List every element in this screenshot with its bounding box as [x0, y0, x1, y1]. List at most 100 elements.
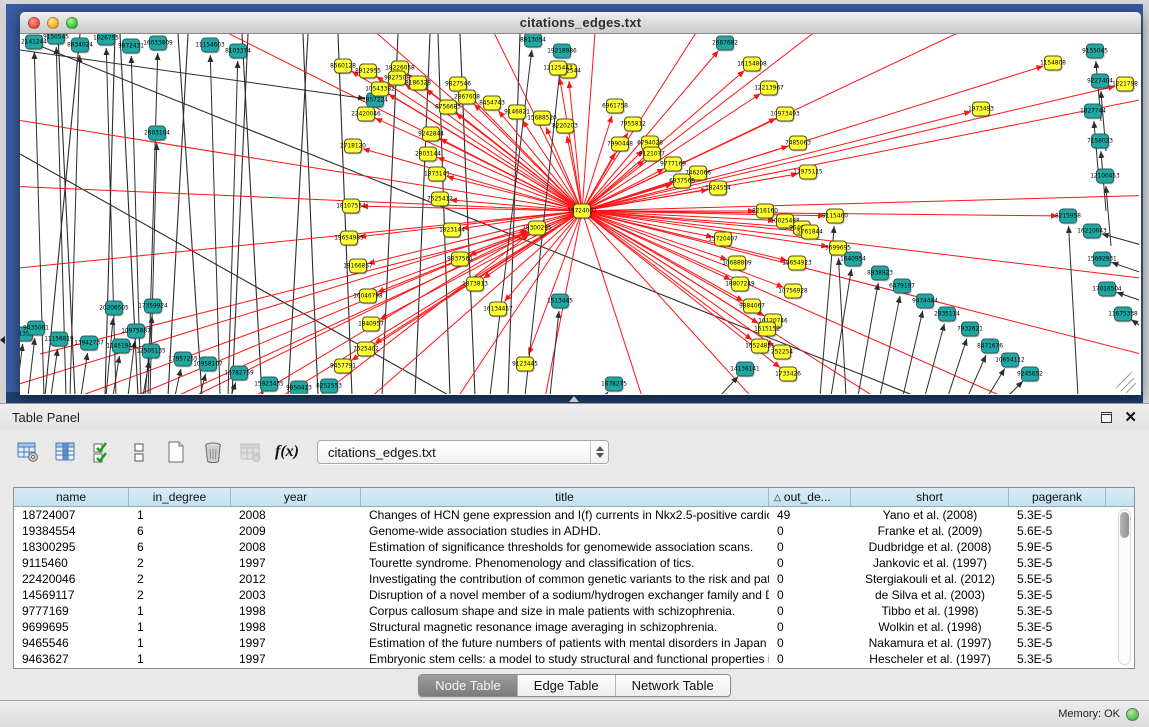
cited-node[interactable]: 1154808 — [1040, 56, 1066, 71]
node-table[interactable]: namein_degreeyeartitle△out_de...shortpag… — [13, 487, 1135, 669]
table-cell[interactable]: Tibbo et al. (1998) — [851, 603, 1009, 619]
leaf-node[interactable]: 15923435 — [254, 377, 284, 392]
table-cell[interactable]: Estimation of significance thresholds fo… — [361, 539, 769, 555]
leaf-node[interactable]: 12100453 — [1090, 169, 1120, 184]
leaf-node[interactable]: 16210643 — [1077, 224, 1107, 239]
leaf-node[interactable]: 17359924 — [138, 299, 168, 314]
leaf-node[interactable]: 17016504 — [1092, 282, 1122, 297]
table-cell[interactable]: 1997 — [231, 555, 361, 571]
unselect-all-columns-button[interactable] — [126, 439, 152, 465]
function-builder-button[interactable]: f(x) — [274, 439, 300, 465]
table-cell[interactable]: Hescheler et al. (1997) — [851, 651, 1009, 667]
show-column-button[interactable] — [52, 439, 78, 465]
citation-edge-black[interactable] — [81, 353, 88, 394]
citation-edge-red[interactable] — [582, 211, 1139, 364]
citation-edge-black[interactable] — [508, 34, 520, 394]
leaf-node[interactable]: 9227404 — [1087, 74, 1113, 89]
leaf-node[interactable]: 19218986 — [547, 44, 577, 59]
table-row[interactable]: 1456911722003Disruption of a novel membe… — [14, 587, 1134, 603]
citation-edge-black[interactable] — [232, 34, 248, 394]
cited-node[interactable]: 9123445 — [512, 357, 538, 372]
leaf-node[interactable]: 15692931 — [1087, 252, 1117, 267]
delete-rows-button[interactable] — [200, 439, 226, 465]
select-all-columns-button[interactable] — [89, 439, 115, 465]
splitter-handle-icon[interactable] — [569, 396, 579, 402]
leaf-node[interactable]: 1026755 — [93, 34, 119, 46]
float-panel-icon[interactable] — [1101, 412, 1112, 423]
citation-edge-red[interactable] — [582, 94, 1139, 211]
table-cell[interactable]: 2003 — [231, 587, 361, 603]
cited-node[interactable]: 10756928 — [778, 284, 808, 299]
table-cell[interactable]: 5.5E-5 — [1009, 571, 1106, 587]
citation-edge-black[interactable] — [1111, 262, 1139, 274]
cited-node[interactable]: 16154808 — [737, 57, 767, 72]
leaf-node[interactable]: 11154603 — [195, 38, 225, 53]
cited-node[interactable]: 6961758 — [602, 99, 628, 114]
citation-edge-red[interactable] — [582, 211, 752, 340]
citation-edge-black[interactable] — [605, 392, 608, 394]
table-cell[interactable]: 5.3E-5 — [1009, 619, 1106, 635]
leaf-node[interactable]: 7932621 — [957, 322, 983, 337]
citation-edge-black[interactable] — [948, 339, 967, 394]
table-cell[interactable]: 0 — [769, 539, 851, 555]
table-cell[interactable]: 0 — [769, 635, 851, 651]
leaf-node[interactable]: 9150545 — [43, 34, 69, 45]
table-cell[interactable]: Structural magnetic resonance image aver… — [361, 619, 769, 635]
table-cell[interactable]: 0 — [769, 587, 851, 603]
citation-edge-black[interactable] — [903, 311, 923, 394]
column-header-in_degree[interactable]: in_degree — [129, 488, 231, 506]
cited-node[interactable]: 2718120 — [340, 139, 366, 154]
citation-edge-black[interactable] — [1008, 381, 1023, 394]
leaf-node[interactable]: 8215958 — [1055, 209, 1081, 224]
scrollbar-thumb[interactable] — [1120, 512, 1129, 538]
table-cell[interactable]: Nakamura et al. (1997) — [851, 635, 1009, 651]
cited-node[interactable]: 7625402 — [353, 342, 379, 357]
table-cell[interactable]: 1997 — [231, 651, 361, 667]
table-settings-button[interactable] — [15, 439, 41, 465]
leaf-node[interactable]: 2935114 — [934, 307, 960, 322]
cited-node[interactable]: 9242844 — [418, 127, 444, 142]
table-cell[interactable]: 5.6E-5 — [1009, 523, 1106, 539]
table-cell[interactable]: 5.9E-5 — [1009, 539, 1106, 555]
table-cell[interactable]: 0 — [769, 571, 851, 587]
cited-node[interactable]: 1824554 — [705, 181, 731, 196]
cited-node[interactable]: 9115460 — [822, 209, 848, 224]
table-cell[interactable]: Embryonic stem cells: a model to study s… — [361, 651, 769, 667]
table-cell[interactable]: 0 — [769, 523, 851, 539]
table-cell[interactable]: Wolkin et al. (1998) — [851, 619, 1009, 635]
cited-node[interactable]: 7485063 — [785, 136, 811, 151]
leaf-node[interactable]: 2687682 — [712, 36, 738, 51]
table-cell[interactable]: 9463627 — [14, 651, 129, 667]
table-cell[interactable]: Jankovic et al. (1997) — [851, 555, 1009, 571]
cited-node[interactable]: 7990448 — [607, 137, 633, 152]
cited-node[interactable]: 7955812 — [620, 117, 646, 132]
citation-edge-red[interactable] — [582, 211, 1058, 216]
table-cell[interactable]: Genome-wide association studies in ADHD. — [361, 523, 769, 539]
citation-edge-black[interactable] — [175, 369, 181, 394]
table-cell[interactable]: 9115460 — [14, 555, 129, 571]
citation-edge-black[interactable] — [20, 50, 365, 99]
citation-edge-black[interactable] — [988, 369, 1005, 394]
column-header-short[interactable]: short — [851, 488, 1009, 506]
tab-edge-table[interactable]: Edge Table — [518, 675, 616, 696]
citation-edge-black[interactable] — [178, 34, 202, 394]
citation-edge-black[interactable] — [303, 34, 318, 394]
leaf-node[interactable]: 11156819 — [44, 332, 74, 347]
citation-edge-black[interactable] — [925, 324, 944, 394]
table-row[interactable]: 1872400712008Changes of HCN gene express… — [14, 507, 1134, 523]
table-cell[interactable]: Dudbridge et al. (2008) — [851, 539, 1009, 555]
table-cell[interactable]: 0 — [769, 555, 851, 571]
cited-node[interactable]: 12213967 — [754, 81, 784, 96]
citation-edge-black[interactable] — [720, 376, 738, 394]
table-cell[interactable]: 1 — [129, 507, 231, 523]
citation-edge-black[interactable] — [1106, 186, 1111, 246]
cited-node[interactable]: 8660128 — [330, 59, 356, 74]
column-header-out_de[interactable]: △out_de... — [769, 488, 851, 506]
table-cell[interactable]: 1 — [129, 635, 231, 651]
panel-collapse-arrow-icon[interactable] — [0, 336, 5, 344]
table-cell[interactable]: Yano et al. (2008) — [851, 507, 1009, 523]
table-cell[interactable]: 6 — [129, 539, 231, 555]
table-cell[interactable]: 1 — [129, 619, 231, 635]
cited-node[interactable]: 15720407 — [708, 232, 738, 247]
column-header-year[interactable]: year — [231, 488, 361, 506]
